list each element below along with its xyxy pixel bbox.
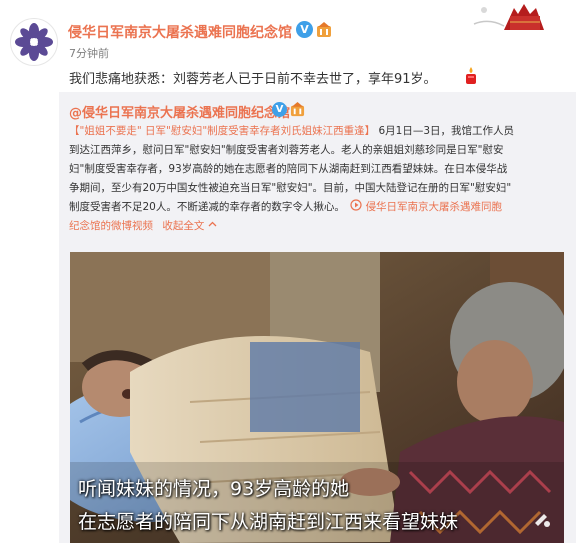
candle-icon <box>466 67 476 84</box>
repost-text: 到达江西萍乡，慰问日军"慰安妇"制度受害者刘蓉芳老人。老人的亲姐姐刘慈珍同是日军… <box>69 144 504 156</box>
government-badge-icon <box>290 102 305 117</box>
author-name[interactable]: 侵华日军南京大屠杀遇难同胞纪念馆 <box>68 22 292 42</box>
chevron-up-icon <box>208 221 217 227</box>
video-link[interactable]: 纪念馆的微博视频 <box>69 220 153 232</box>
hashtag-link[interactable]: 【"姐姐不要走" 日军"慰安妇"制度受害幸存者刘氏姐妹江西重逢】 <box>69 125 375 137</box>
collapse-link[interactable]: 收起全文 <box>162 220 204 232</box>
repost-text: 6月1日—3日，我馆工作人员 <box>378 125 515 137</box>
video-link[interactable]: 侵华日军南京大屠杀遇难同胞 <box>366 201 503 213</box>
video-icon <box>350 199 362 211</box>
verified-icon: V <box>296 21 313 38</box>
video-thumbnail[interactable]: 听闻妹妹的情况，93岁高龄的她 在志愿者的陪同下从湖南赶到江西来看望妹妹 <box>70 252 564 543</box>
repost-card: @侵华日军南京大屠杀遇难同胞纪念馆 V 【"姐姐不要走" 日军"慰安妇"制度受害… <box>59 92 576 543</box>
flower-logo-icon <box>15 23 53 61</box>
post-time[interactable]: 7分钟前 <box>69 45 109 61</box>
repost-text: 制度受害者不足20人。不断递减的幸存者的数字令人揪心。 <box>69 201 345 213</box>
repost-body: 【"姐姐不要走" 日军"慰安妇"制度受害幸存者刘氏姐妹江西重逢】 6月1日—3日… <box>69 122 567 236</box>
video-subtitle: 在志愿者的陪同下从湖南赶到江西来看望妹妹 <box>78 511 459 533</box>
banner-decoration <box>464 0 564 34</box>
repost-author[interactable]: @侵华日军南京大屠杀遇难同胞纪念馆 <box>69 102 290 121</box>
verified-icon: V <box>272 102 287 117</box>
repost-text: 争期间，至少有20万中国女性被迫充当日军"慰安妇"。目前，中国大陆登记在册的日军… <box>69 182 512 194</box>
video-subtitle: 听闻妹妹的情况，93岁高龄的她 <box>78 478 350 500</box>
government-badge-icon <box>317 22 331 37</box>
post-text: 我们悲痛地获悉：刘蓉芳老人已于日前不幸去世了，享年91岁。 <box>69 72 437 87</box>
repost-text: 妇"制度受害幸存者，93岁高龄的她在志愿者的陪同下从湖南赶到江西看望妹妹。在日本… <box>69 163 508 175</box>
weibo-watermark-icon <box>535 514 550 527</box>
avatar[interactable] <box>10 18 58 66</box>
